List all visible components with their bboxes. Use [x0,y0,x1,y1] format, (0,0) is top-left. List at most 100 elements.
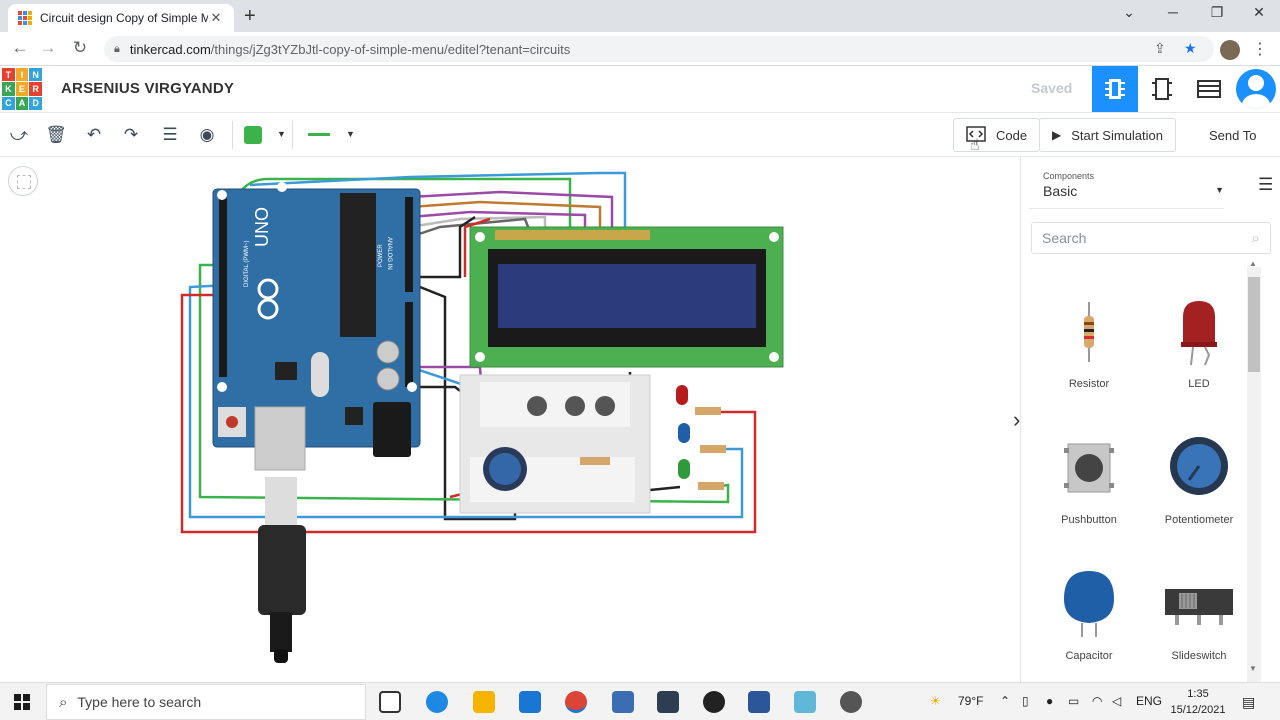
app-header: TINKERCAD ARSENIUS VIRGYANDY Saved [0,66,1280,113]
component-item-capacitor[interactable]: Capacitor [1039,554,1139,662]
start-simulation-button[interactable]: ▶ Start Simulation [1039,118,1176,152]
minimize-icon[interactable]: ─ [1158,4,1188,20]
circuit-canvas[interactable]: UNO DIGITAL (PWM~) ANALOG IN POWER › [0,157,1020,682]
scroll-up-icon[interactable]: ▲ [1249,259,1257,268]
logo-letter-tile: K [2,82,15,96]
component-item-slideswitch[interactable]: Slideswitch [1149,554,1249,662]
scrollbar-thumb[interactable] [1248,277,1260,372]
logo-letter-tile: T [2,68,15,82]
redo-icon[interactable]: ↷ [118,123,144,147]
usb-cable [258,477,306,663]
components-label: Components [1043,171,1095,181]
component-item-led[interactable]: LED [1149,282,1249,390]
forward-icon[interactable]: → [36,38,60,58]
lcd-display[interactable] [469,226,784,368]
logo-letter-tile: E [15,82,29,96]
taskbar-clock[interactable]: 1:35 15/12/2021 [1168,686,1228,718]
component-search-field[interactable]: ⌕ [1031,222,1271,254]
wire-type-selector[interactable] [308,133,330,136]
task-view-icon[interactable] [379,691,401,713]
wire-color-swatch[interactable] [244,126,262,144]
led-array[interactable] [676,385,726,490]
chevron-down-icon[interactable]: ▼ [277,129,286,139]
arduino-uno-board[interactable]: UNO DIGITAL (PWM~) ANALOG IN POWER [212,182,421,471]
taskbar-search-placeholder: Type here to search [77,694,202,710]
component-item-resistor[interactable]: Resistor [1039,282,1139,390]
circuit-view-button[interactable] [1092,66,1138,112]
component-item-pushbutton[interactable]: Pushbutton [1039,418,1139,526]
taskbar-search-box[interactable]: ⌕ Type here to search [46,684,366,720]
reload-icon[interactable]: ↻ [68,38,92,58]
tray-chevron-icon[interactable]: ⌃ [1000,694,1010,708]
code-button-label: Code [996,127,1028,143]
url-field[interactable]: 🔒︎ tinkercad.com/things/jZg3tYZbJtl-copy… [104,36,1214,62]
rotate-icon[interactable]: ⤻ [6,123,32,147]
windows-start-icon[interactable] [14,694,30,710]
delete-icon[interactable]: 🗑︎ [43,123,69,147]
visibility-icon[interactable]: ◉ [194,123,220,147]
photos-icon[interactable] [657,691,679,713]
capacitor-icon [1064,571,1114,637]
microphone-icon[interactable]: ● [1046,694,1053,708]
app-icon[interactable] [612,691,634,713]
tinkercad-logo[interactable]: TINKERCAD [2,68,42,110]
notification-icon[interactable]: ▤ [1242,694,1255,711]
close-window-icon[interactable]: ✕ [1244,4,1274,21]
app-icon[interactable] [794,691,816,713]
weather-temp[interactable]: 79°F [958,694,983,708]
send-to-button[interactable]: Send To [1196,118,1270,152]
component-search-input[interactable] [1042,230,1252,246]
battery-icon[interactable]: ▭ [1068,694,1079,708]
logo-letter-tile: A [15,96,29,110]
tray-device-icon[interactable]: ▯ [1022,694,1029,708]
logo-letter-tile: N [29,68,42,82]
browser-tab[interactable]: Circuit design Copy of Simple Me ✕ [8,4,234,32]
maximize-icon[interactable]: ❐ [1202,4,1232,21]
panel-scrollbar[interactable]: ▲ ▼ [1247,259,1261,682]
url-domain: tinkercad.com [129,41,211,57]
word-icon[interactable] [748,691,770,713]
logo-letter-tile: R [29,82,42,96]
browser-profile-avatar[interactable] [1220,40,1240,60]
weather-icon[interactable]: ☀ [930,694,941,708]
browser-menu-icon[interactable]: ⋮ [1252,39,1268,59]
breadboard[interactable] [459,374,651,514]
component-list-button[interactable] [1186,66,1232,112]
scroll-down-icon[interactable]: ▼ [1249,664,1257,673]
obs-icon[interactable] [703,691,725,713]
notes-icon[interactable]: ☰ [157,123,183,147]
user-avatar[interactable] [1236,69,1276,109]
component-item-potentiometer[interactable]: Potentiometer [1149,418,1249,526]
save-status: Saved [1031,80,1073,96]
new-tab-button[interactable]: + [244,5,256,28]
wifi-icon[interactable]: ◠ [1092,694,1102,708]
settings-gear-icon[interactable] [840,691,862,713]
tab-close-icon[interactable]: ✕ [208,10,224,26]
share-icon[interactable]: ⇪ [1154,40,1166,57]
editor-toolbar: ⤻ 🗑︎ ↶ ↷ ☰ ◉ ▼ ▼ Code ☝ ▶ Start Simulati… [0,113,1280,157]
components-category-dropdown[interactable]: Components Basic ▼ [1029,167,1224,209]
mail-icon[interactable] [519,691,541,713]
list-view-icon[interactable]: ☰ [1258,175,1273,195]
table-icon [1197,80,1221,98]
component-name: LED [1188,378,1210,390]
chrome-icon[interactable] [565,691,587,713]
play-icon: ▶ [1052,128,1062,142]
tinkercad-favicon-icon [18,11,32,25]
volume-icon[interactable]: ◁ [1112,694,1121,708]
file-explorer-icon[interactable] [473,691,495,713]
potentiometer-icon [1170,437,1228,495]
tab-title: Circuit design Copy of Simple Me [40,11,208,25]
send-to-label: Send To [1209,127,1257,143]
code-button[interactable]: Code [953,118,1041,152]
input-language[interactable]: ENG [1136,694,1162,708]
tab-search-icon[interactable]: ⌄ [1114,4,1144,21]
chevron-down-icon[interactable]: ▼ [346,129,355,139]
bookmark-star-icon[interactable]: ★ [1184,40,1197,57]
edge-icon[interactable] [426,691,448,713]
clock-date: 15/12/2021 [1170,704,1226,716]
undo-icon[interactable]: ↶ [81,123,107,147]
schematic-view-button[interactable] [1139,66,1185,112]
circuit-diagram[interactable]: UNO DIGITAL (PWM~) ANALOG IN POWER [0,157,1020,682]
back-icon[interactable]: ← [8,38,32,58]
